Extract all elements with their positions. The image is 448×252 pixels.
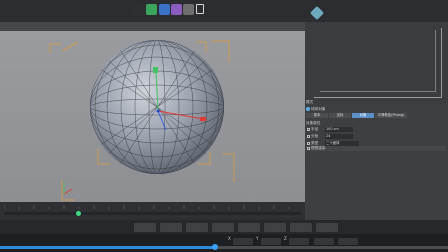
- auto-key-button[interactable]: [290, 223, 312, 232]
- tab-basic[interactable]: 基本: [306, 113, 328, 118]
- timeline-track[interactable]: [4, 212, 301, 215]
- render-label: 理想渲染: [311, 146, 326, 150]
- video-progress-fill: [0, 246, 216, 249]
- y-axis-arrow[interactable]: [153, 67, 158, 73]
- radius-checkbox[interactable]: [307, 128, 310, 131]
- object-name-label: 球体对象: [306, 106, 326, 112]
- coord-y-field[interactable]: [261, 238, 281, 245]
- object-name-text: 球体对象: [311, 107, 326, 111]
- coord-rotation-field[interactable]: [338, 238, 358, 245]
- segments-label: 分段: [311, 134, 319, 138]
- tab-phong[interactable]: 平滑着色(Phong): [375, 113, 407, 118]
- lock-icon[interactable]: [196, 4, 204, 14]
- timeline-ruler: [4, 205, 290, 209]
- deformer-icon[interactable]: [171, 4, 182, 15]
- coord-x-field[interactable]: [233, 238, 253, 245]
- world-x-axis: [63, 188, 73, 195]
- render-checkbox[interactable]: [307, 147, 310, 150]
- coord-y-label: Y: [256, 236, 259, 241]
- coord-z-field[interactable]: [289, 238, 309, 245]
- tab-object[interactable]: 对象: [352, 113, 374, 118]
- prev-frame-button[interactable]: [160, 223, 182, 232]
- x-axis-arrow[interactable]: [200, 117, 206, 121]
- record-icon[interactable]: [146, 4, 157, 15]
- viewport-scene: [49, 40, 235, 201]
- tool-icon[interactable]: [159, 4, 170, 15]
- coordinate-manager: [0, 234, 448, 252]
- camera-bracket: [212, 40, 230, 62]
- viewport-header: [0, 22, 305, 31]
- mode-icon[interactable]: [132, 4, 143, 15]
- keyframe-button[interactable]: [316, 223, 338, 232]
- section-label: 对象属性: [306, 121, 321, 125]
- scene-icon[interactable]: [183, 4, 194, 15]
- record-key-button[interactable]: [264, 223, 286, 232]
- type-checkbox[interactable]: [307, 142, 310, 145]
- radius-label: 半径: [311, 127, 319, 131]
- coord-size-field[interactable]: [314, 238, 334, 245]
- go-end-button[interactable]: [238, 223, 260, 232]
- object-pivot: [156, 109, 160, 113]
- viewport[interactable]: [0, 22, 305, 202]
- sphere-icon: [306, 107, 310, 111]
- video-progress-knob[interactable]: [212, 244, 219, 250]
- play-button[interactable]: [186, 223, 208, 232]
- timeline-playhead[interactable]: [75, 211, 81, 216]
- coord-z-label: Z: [284, 236, 287, 241]
- segments-checkbox[interactable]: [307, 135, 310, 138]
- render-option-row: [306, 146, 446, 151]
- camera-bracket: [61, 41, 79, 52]
- attribute-manager-panel: [305, 104, 448, 220]
- top-toolbar: [0, 0, 448, 22]
- tab-coordinates[interactable]: 坐标: [329, 113, 351, 118]
- segments-field[interactable]: 24: [325, 134, 353, 139]
- camera-bracket: [196, 41, 207, 52]
- next-frame-button[interactable]: [212, 223, 234, 232]
- go-start-button[interactable]: [134, 223, 156, 232]
- camera-bracket: [49, 43, 61, 53]
- radius-field[interactable]: 100 cm: [325, 127, 353, 132]
- world-axis: [63, 182, 73, 195]
- coord-x-label: X: [228, 236, 231, 241]
- camera-bracket: [222, 153, 235, 182]
- object-list-inner-frame: [320, 30, 436, 92]
